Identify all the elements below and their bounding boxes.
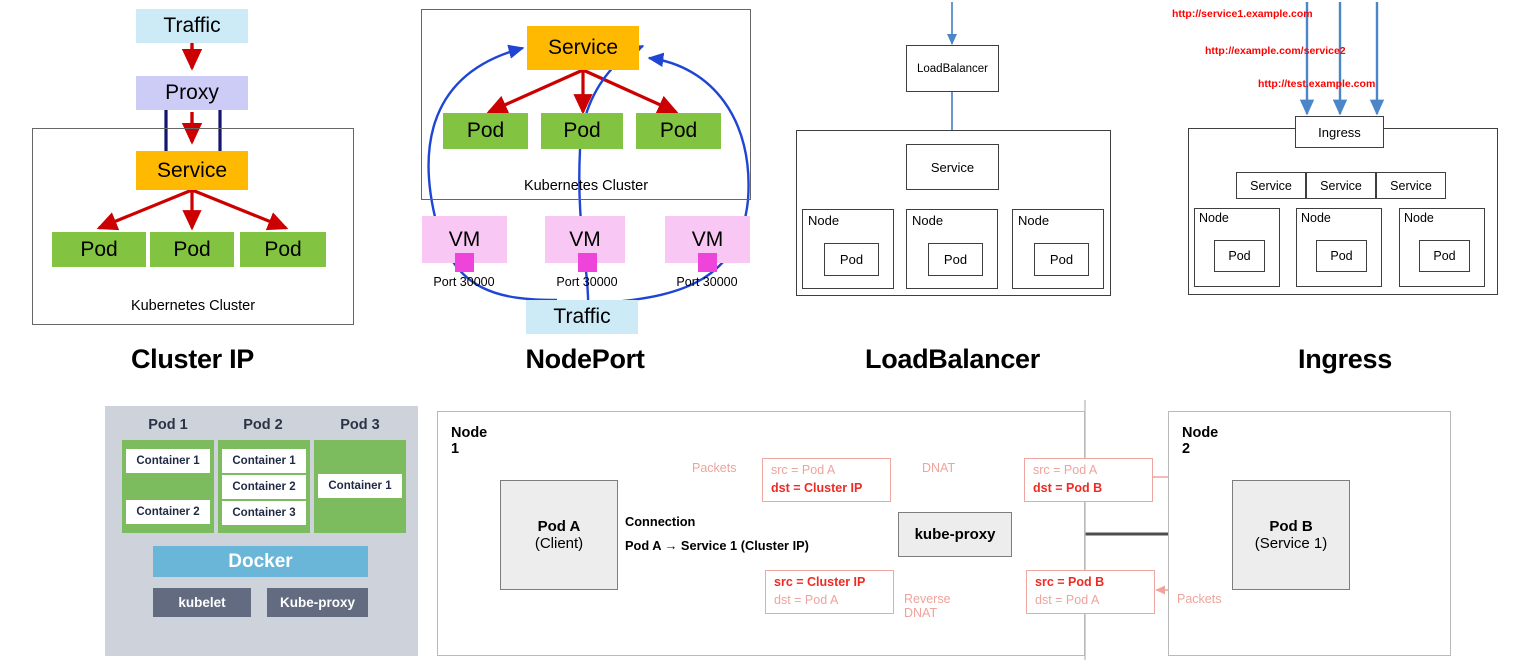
- clusterip-title: Cluster IP: [130, 343, 255, 374]
- nodeport-pod-2: Pod: [541, 113, 623, 149]
- pod-1-container-2: Container 2: [126, 500, 210, 524]
- ingress-service-3: Service: [1376, 172, 1446, 199]
- pod-1-container-1: Container 1: [126, 449, 210, 473]
- ingress-title: Ingress: [1298, 343, 1392, 374]
- nodeport-traffic-box: Traffic: [526, 300, 638, 334]
- diagram-cluster-ip: Traffic Proxy Service Pod Pod Pod Kubern…: [0, 0, 385, 380]
- clusterip-traffic-box: Traffic: [136, 9, 248, 43]
- nodeport-port-chip-3: [698, 253, 717, 272]
- loadbalancer-node-3: Node Pod: [1012, 209, 1104, 289]
- loadbalancer-title: LoadBalancer: [865, 343, 1040, 374]
- dnat-pod-a-name: Pod A: [537, 517, 581, 535]
- dnat-pkt-tl-dst: dst = Cluster IP: [771, 480, 863, 495]
- ingress-node-2: Node Pod: [1296, 208, 1382, 287]
- ingress-node-1-label: Node: [1199, 211, 1229, 225]
- clusterip-proxy-box: Proxy: [136, 76, 248, 110]
- pod-2-column: Container 1 Container 2 Container 3: [218, 440, 310, 533]
- loadbalancer-node-3-label: Node: [1018, 213, 1050, 228]
- pod-anatomy-panel: Pod 1 Pod 2 Pod 3 Container 1 Container …: [105, 406, 418, 656]
- clusterip-pod-3: Pod: [240, 232, 326, 267]
- nodeport-port-label-1: Port 30000: [433, 275, 495, 289]
- kube-proxy-bar: Kube-proxy: [267, 588, 368, 617]
- ingress-url-3: http://test.example.com: [1258, 78, 1376, 90]
- loadbalancer-pod-1: Pod: [824, 243, 879, 276]
- dnat-kube-proxy-box: kube-proxy: [898, 512, 1012, 557]
- ingress-url-2: http://example.com/service2: [1205, 45, 1346, 57]
- nodeport-pod-1: Pod: [443, 113, 528, 149]
- nodeport-service-box: Service: [527, 26, 639, 70]
- dnat-packet-box-bottom-left: src = Cluster IP dst = Pod A: [765, 570, 894, 614]
- dnat-pkt-br-dst: dst = Pod A: [1035, 592, 1100, 607]
- ingress-pod-1: Pod: [1214, 240, 1265, 272]
- ingress-pod-2: Pod: [1316, 240, 1367, 272]
- dnat-packet-box-top-right: src = Pod A dst = Pod B: [1024, 458, 1153, 502]
- dnat-pkt-br-src: src = Pod B: [1035, 575, 1105, 589]
- pod-3-container-1: Container 1: [318, 474, 402, 498]
- ingress-pod-3: Pod: [1419, 240, 1470, 272]
- ingress-node-2-label: Node: [1301, 211, 1331, 225]
- nodeport-port-label-2: Port 30000: [556, 275, 618, 289]
- dnat-pkt-tr-dst: dst = Pod B: [1033, 480, 1103, 495]
- dnat-packets-out-label: Packets: [1177, 592, 1222, 606]
- dnat-connection-label-bottom: Pod A → Service 1 (Cluster IP): [625, 538, 809, 553]
- dnat-packets-in-label: Packets: [692, 461, 737, 475]
- clusterip-pod-2: Pod: [150, 232, 234, 267]
- dnat-pkt-tl-src: src = Pod A: [771, 463, 836, 477]
- ingress-node-1: Node Pod: [1194, 208, 1280, 287]
- loadbalancer-node-1: Node Pod: [802, 209, 894, 289]
- pod-2-container-1: Container 1: [222, 449, 306, 473]
- loadbalancer-pod-2: Pod: [928, 243, 983, 276]
- pod-2-container-3: Container 3: [222, 501, 306, 525]
- pod-2-container-2: Container 2: [222, 475, 306, 499]
- dnat-label: DNAT: [922, 461, 956, 475]
- dnat-pod-b-role: (Service 1): [1254, 535, 1328, 552]
- dnat-node-2-title: Node 2: [1182, 425, 1219, 457]
- loadbalancer-node-1-label: Node: [808, 213, 840, 228]
- ingress-url-1: http://service1.example.com: [1172, 8, 1313, 20]
- dnat-pod-a-box: Pod A (Client): [500, 480, 618, 590]
- nodeport-cluster-label: Kubernetes Cluster: [523, 178, 649, 194]
- loadbalancer-node-2: Node Pod: [906, 209, 998, 289]
- loadbalancer-service-box: Service: [906, 144, 999, 190]
- clusterip-cluster-label: Kubernetes Cluster: [130, 298, 256, 314]
- pod-3-title: Pod 3: [340, 417, 380, 433]
- ingress-service-2: Service: [1306, 172, 1376, 199]
- dnat-connection-label-top: Connection: [625, 514, 696, 529]
- pod-2-title: Pod 2: [243, 417, 283, 433]
- nodeport-title: NodePort: [525, 343, 645, 374]
- nodeport-pod-3: Pod: [636, 113, 721, 149]
- loadbalancer-node-2-label: Node: [912, 213, 944, 228]
- dnat-pkt-tr-src: src = Pod A: [1033, 463, 1098, 477]
- loadbalancer-pod-3: Pod: [1034, 243, 1089, 276]
- dnat-node-1-title: Node 1: [451, 425, 488, 457]
- docker-bar: Docker: [153, 546, 368, 577]
- clusterip-service-box: Service: [136, 151, 248, 190]
- pod-1-column: Container 1 Container 2: [122, 440, 214, 533]
- dnat-pod-b-name: Pod B: [1269, 517, 1313, 535]
- ingress-box: Ingress: [1295, 116, 1384, 148]
- loadbalancer-box: LoadBalancer: [906, 45, 999, 92]
- kubelet-bar: kubelet: [153, 588, 251, 617]
- pod-3-column: Container 1: [314, 440, 406, 533]
- ingress-service-1: Service: [1236, 172, 1306, 199]
- clusterip-pod-1: Pod: [52, 232, 146, 267]
- ingress-node-3-label: Node: [1404, 211, 1434, 225]
- dnat-reverse-label: Reverse DNAT: [904, 592, 951, 620]
- nodeport-port-chip-2: [578, 253, 597, 272]
- dnat-packet-box-top-left: src = Pod A dst = Cluster IP: [762, 458, 891, 502]
- pod-1-title: Pod 1: [148, 417, 188, 433]
- nodeport-port-label-3: Port 30000: [676, 275, 738, 289]
- ingress-node-3: Node Pod: [1399, 208, 1485, 287]
- dnat-pod-b-box: Pod B (Service 1): [1232, 480, 1350, 590]
- dnat-packet-box-bottom-right: src = Pod B dst = Pod A: [1026, 570, 1155, 614]
- dnat-pod-a-role: (Client): [534, 535, 584, 552]
- nodeport-port-chip-1: [455, 253, 474, 272]
- dnat-pkt-bl-dst: dst = Pod A: [774, 592, 839, 607]
- dnat-pkt-bl-src: src = Cluster IP: [774, 575, 866, 589]
